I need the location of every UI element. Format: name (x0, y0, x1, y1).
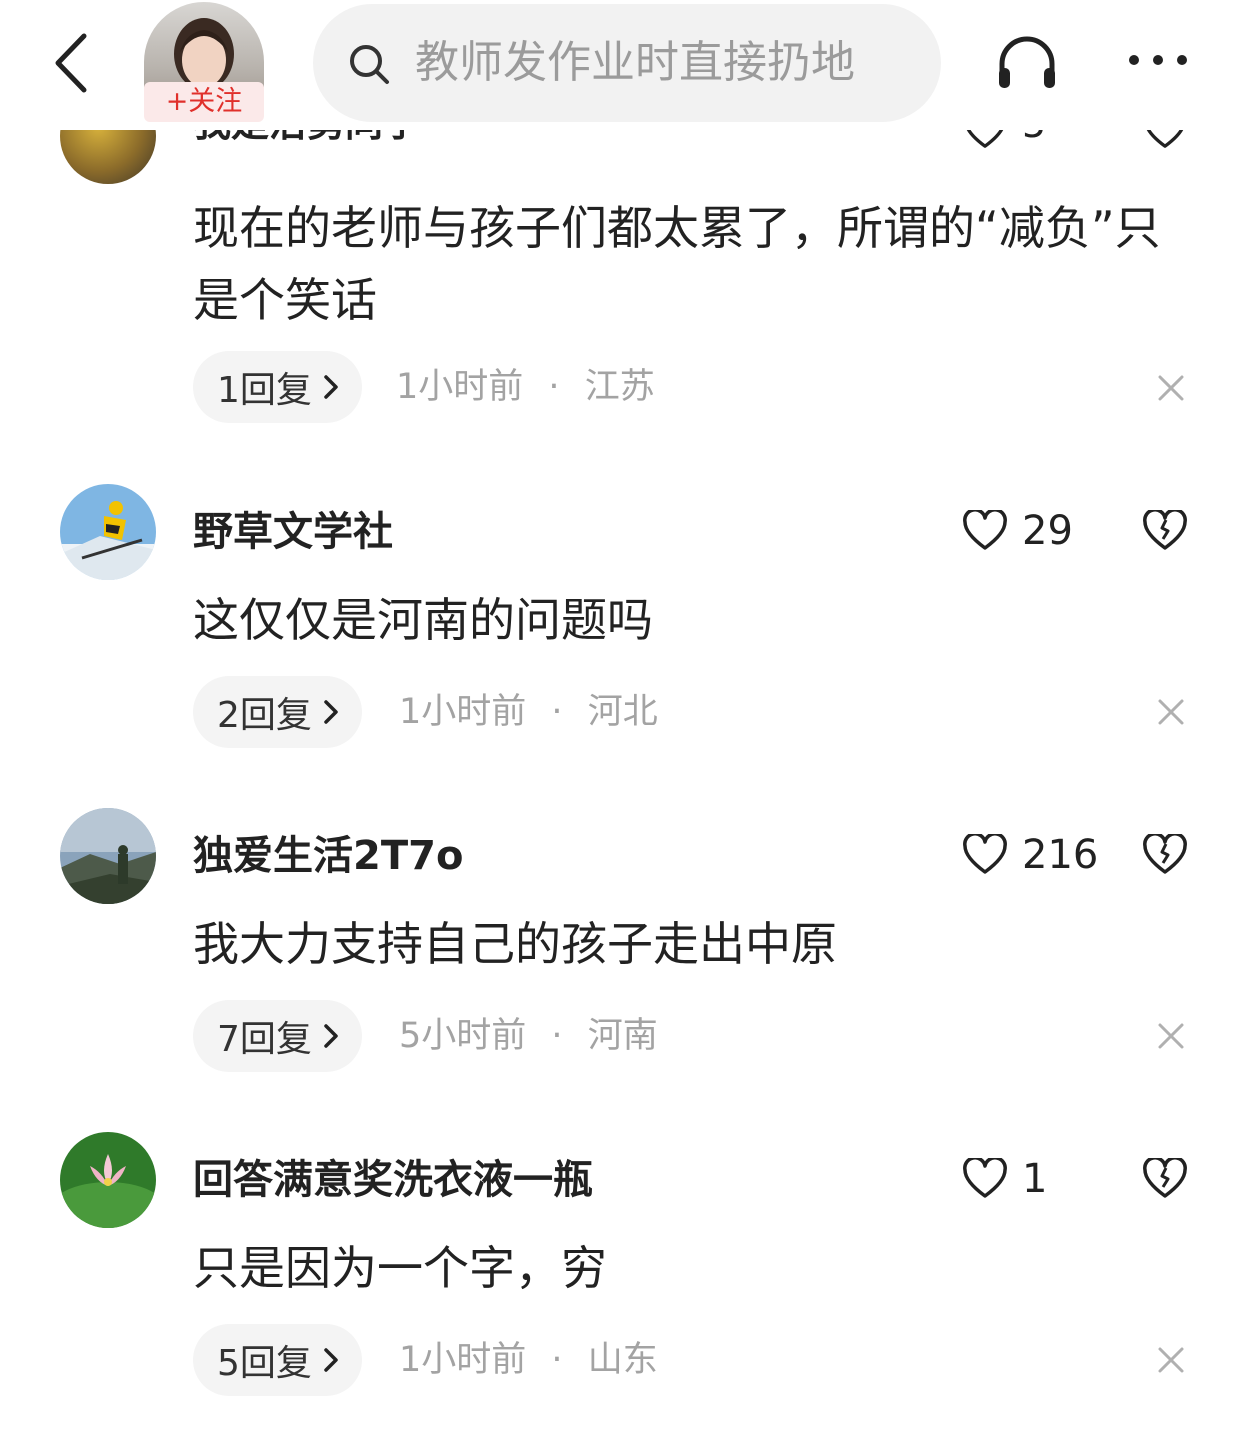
comment-time: 5小时前 (399, 1016, 527, 1056)
more-icon (1129, 55, 1187, 65)
more-button[interactable] (1122, 40, 1194, 80)
comment-text[interactable]: 这仅仅是河南的问题吗 (193, 584, 1193, 656)
close-icon[interactable] (1157, 374, 1185, 402)
broken-heart-icon[interactable] (1142, 510, 1188, 552)
comment-text[interactable]: 现在的老师与孩子们都太累了，所谓的“减负”只是个笑话 (193, 192, 1193, 336)
avatar[interactable] (60, 1132, 156, 1228)
meta-separator: · (551, 1016, 563, 1056)
comment-location: 山东 (587, 1340, 658, 1380)
comment-meta: 1小时前 · 河北 (399, 676, 658, 748)
avatar[interactable] (60, 808, 156, 904)
meta-separator: · (548, 367, 560, 407)
chevron-right-icon (324, 1024, 338, 1048)
reply-button[interactable]: 7回复 (193, 1000, 362, 1072)
heart-icon[interactable] (962, 510, 1008, 552)
commenter-name[interactable]: 独爱生活2T7o (193, 832, 463, 880)
comment-time: 1小时前 (399, 1340, 527, 1380)
back-icon (55, 33, 87, 93)
comment-location: 江苏 (584, 367, 655, 407)
reply-button[interactable]: 2回复 (193, 676, 362, 748)
avatar[interactable] (60, 484, 156, 580)
search-bar[interactable]: 教师发作业时直接扔地 (313, 4, 941, 122)
like-count: 29 (1022, 508, 1073, 554)
reply-label: 5回复 (217, 1343, 312, 1384)
comment-text[interactable]: 只是因为一个字，穷 (193, 1232, 1193, 1304)
author-profile[interactable]: +关注 (144, 2, 264, 122)
heart-icon[interactable] (962, 834, 1008, 876)
comment-meta: 1小时前 · 山东 (399, 1324, 658, 1396)
chevron-right-icon (324, 1348, 338, 1372)
broken-heart-icon[interactable] (1142, 1158, 1188, 1200)
reply-label: 1回复 (217, 370, 312, 411)
like-count: 1 (1022, 1156, 1048, 1202)
comment-location: 河北 (587, 692, 658, 732)
meta-separator: · (551, 1340, 563, 1380)
broken-heart-icon[interactable] (1142, 834, 1188, 876)
reply-button[interactable]: 5回复 (193, 1324, 362, 1396)
follow-button[interactable]: +关注 (144, 82, 264, 122)
comment-text[interactable]: 我大力支持自己的孩子走出中原 (193, 908, 1193, 980)
comment-item: 独爱生活2T7o 216 我大力支持自己的孩子走出中原 7回复 5小时前 · 河… (0, 808, 1242, 1128)
like-count: 216 (1022, 832, 1099, 878)
search-query-text[interactable]: 教师发作业时直接扔地 (415, 32, 915, 94)
meta-separator: · (551, 692, 563, 732)
comment-location: 河南 (587, 1016, 658, 1056)
comment-item: 回答满意奖洗衣液一瓶 1 只是因为一个字，穷 5回复 1小时前 · 山东 (0, 1132, 1242, 1452)
close-icon[interactable] (1157, 1022, 1185, 1050)
chevron-right-icon (324, 375, 338, 399)
reply-button[interactable]: 1回复 (193, 351, 362, 423)
comment-item: 野草文学社 29 这仅仅是河南的问题吗 2回复 1小时前 · 河北 (0, 484, 1242, 804)
search-icon (350, 45, 389, 84)
close-icon[interactable] (1157, 698, 1185, 726)
comment-meta: 1小时前 · 江苏 (396, 351, 655, 423)
heart-icon[interactable] (962, 1158, 1008, 1200)
close-icon[interactable] (1157, 1346, 1185, 1374)
comment-meta: 5小时前 · 河南 (399, 1000, 658, 1072)
chevron-right-icon (324, 700, 338, 724)
comment-time: 1小时前 (399, 692, 527, 732)
comment-time: 1小时前 (396, 367, 524, 407)
back-button[interactable] (44, 28, 104, 98)
headphones-icon (999, 36, 1055, 88)
reply-label: 2回复 (217, 695, 312, 736)
commenter-name[interactable]: 野草文学社 (193, 508, 393, 556)
listen-button[interactable] (992, 28, 1062, 98)
top-bar: +关注 教师发作业时直接扔地 (0, 0, 1242, 130)
commenter-name[interactable]: 回答满意奖洗衣液一瓶 (193, 1156, 593, 1204)
reply-label: 7回复 (217, 1019, 312, 1060)
